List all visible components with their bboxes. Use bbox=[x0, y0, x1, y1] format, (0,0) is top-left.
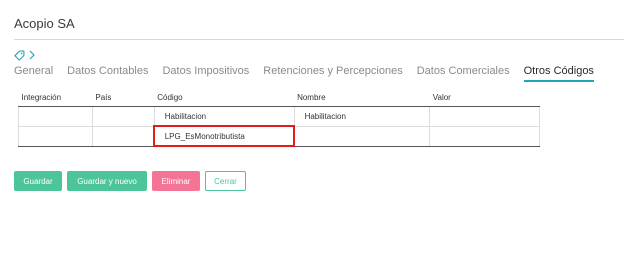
chevron-right-icon[interactable] bbox=[29, 50, 35, 60]
column-header-nombre[interactable]: Nombre bbox=[294, 90, 430, 107]
column-header-codigo[interactable]: Código bbox=[154, 90, 295, 107]
save-button[interactable]: Guardar bbox=[14, 171, 62, 191]
tag-icon[interactable] bbox=[14, 50, 25, 61]
table-cell-valor[interactable] bbox=[429, 106, 540, 127]
table-cell-pais[interactable] bbox=[91, 106, 155, 127]
close-button[interactable]: Cerrar bbox=[205, 171, 246, 191]
table-cell-pais[interactable] bbox=[91, 126, 155, 147]
tab-retenciones-percepciones[interactable]: Retenciones y Percepciones bbox=[263, 64, 402, 82]
table-header-row: Integración País Código Nombre Valor bbox=[18, 90, 540, 107]
tag-toolbar bbox=[14, 48, 35, 62]
table-row: Habilitacion Habilitacion bbox=[18, 106, 540, 127]
table-cell-integracion[interactable] bbox=[18, 126, 93, 147]
column-header-integracion[interactable]: Integración bbox=[18, 90, 93, 107]
page-title: Acopio SA bbox=[14, 16, 75, 31]
tab-datos-contables[interactable]: Datos Contables bbox=[67, 64, 148, 82]
tab-datos-impositivos[interactable]: Datos Impositivos bbox=[162, 64, 249, 82]
table-row: LPG_EsMonotributista bbox=[18, 125, 540, 147]
codes-table: Integración País Código Nombre Valor Hab… bbox=[18, 90, 540, 147]
table-cell-codigo-selected[interactable]: LPG_EsMonotributista bbox=[153, 125, 296, 147]
tab-datos-comerciales[interactable]: Datos Comerciales bbox=[417, 64, 510, 82]
tab-otros-codigos[interactable]: Otros Códigos bbox=[523, 64, 594, 82]
column-header-pais[interactable]: País bbox=[92, 90, 155, 107]
table-cell-nombre[interactable]: Habilitacion bbox=[293, 106, 431, 127]
tab-bar: General Datos Contables Datos Impositivo… bbox=[14, 64, 608, 82]
delete-button[interactable]: Eliminar bbox=[152, 171, 200, 191]
column-header-valor[interactable]: Valor bbox=[429, 90, 540, 107]
title-divider bbox=[14, 39, 624, 40]
table-cell-integracion[interactable] bbox=[18, 106, 93, 127]
table-cell-codigo[interactable]: Habilitacion bbox=[153, 106, 295, 127]
form-actions: Guardar Guardar y nuevo Eliminar Cerrar bbox=[14, 171, 246, 191]
tab-general[interactable]: General bbox=[14, 64, 53, 82]
table-cell-valor[interactable] bbox=[429, 126, 540, 147]
table-cell-nombre[interactable] bbox=[293, 126, 431, 147]
save-and-new-button[interactable]: Guardar y nuevo bbox=[67, 171, 147, 191]
